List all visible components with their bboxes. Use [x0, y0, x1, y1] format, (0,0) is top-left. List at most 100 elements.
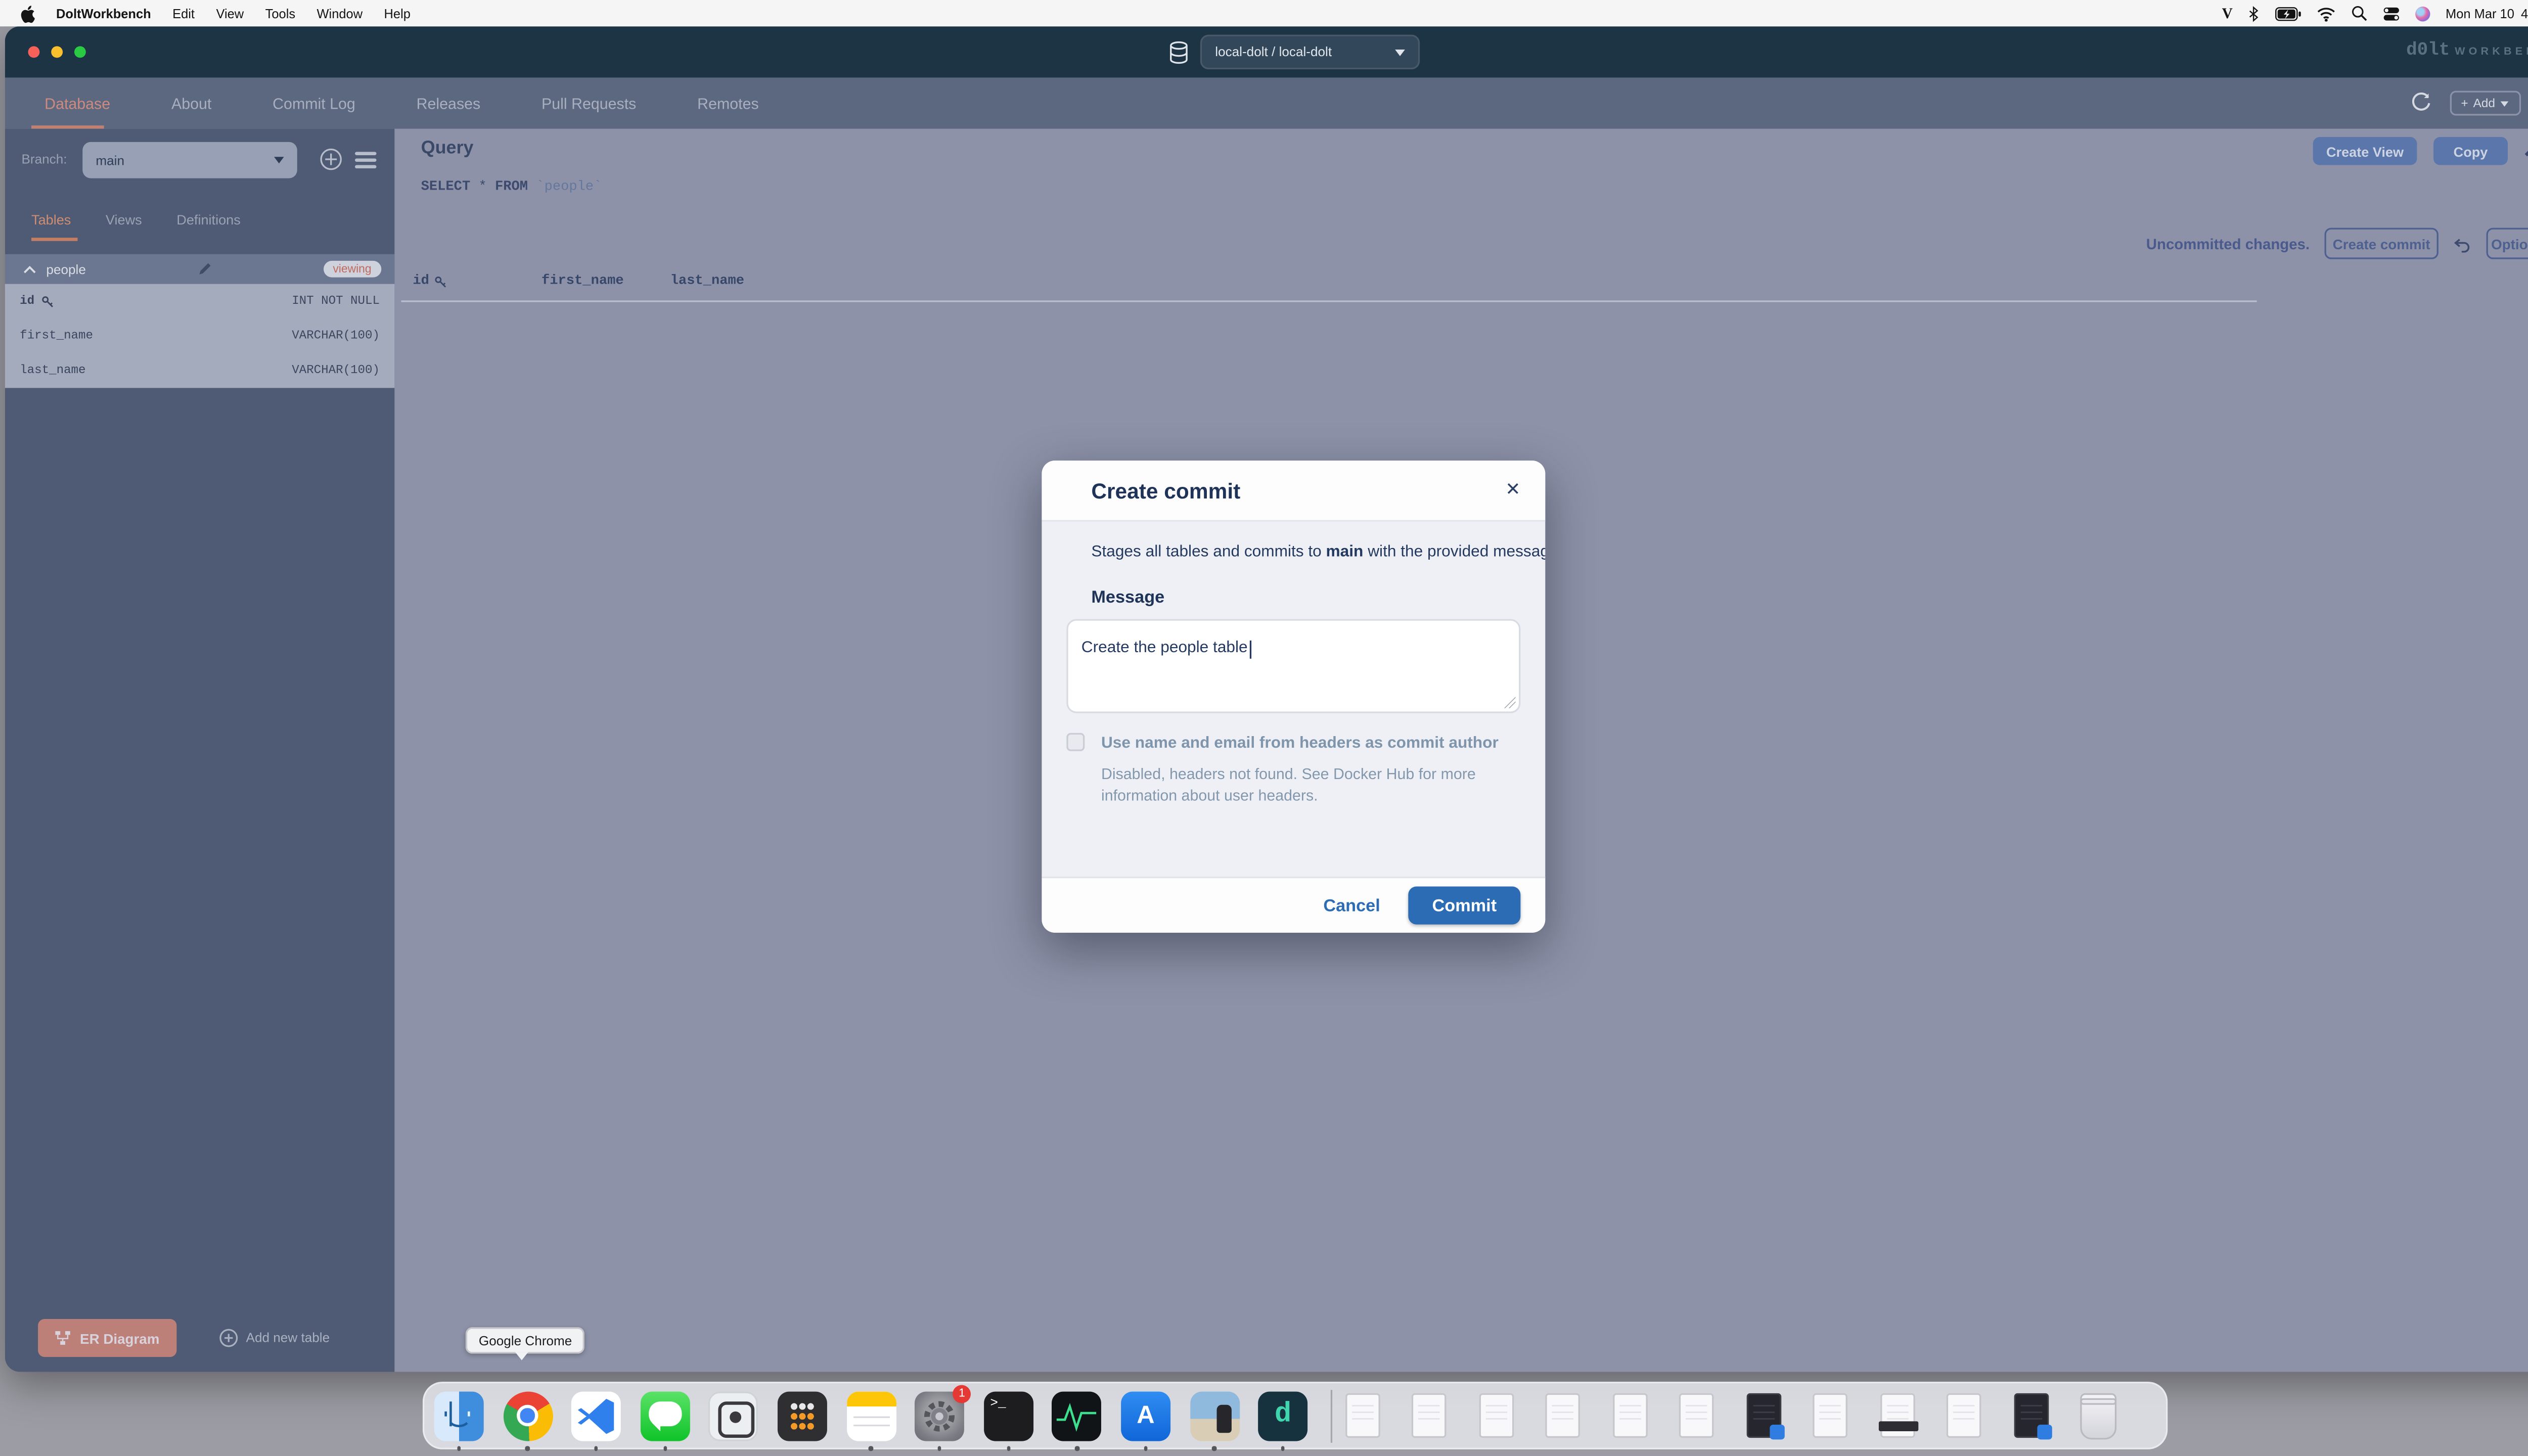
uncommitted-changes-text: Uncommitted changes.: [2146, 235, 2310, 252]
discard-changes-icon[interactable]: [2453, 235, 2471, 252]
close-window-button[interactable]: [28, 46, 40, 58]
table-name: people: [46, 262, 85, 277]
sidebar: Branch: main Tables Views Definitions: [5, 129, 395, 1372]
dock-finder-icon[interactable]: [434, 1391, 484, 1440]
tab-pull-requests[interactable]: Pull Requests: [541, 95, 636, 112]
dock-app-store-icon[interactable]: A: [1121, 1391, 1170, 1440]
dock-activity-monitor-icon[interactable]: [1052, 1391, 1102, 1440]
active-sidebar-tab-underline: [31, 238, 77, 241]
checkbox-disabled-note: Disabled, headers not found. See Docker …: [1101, 763, 1517, 806]
battery-charging-icon[interactable]: [2276, 6, 2302, 20]
tab-remotes[interactable]: Remotes: [697, 95, 758, 112]
sql-query-text: SELECT * FROM `people`: [421, 180, 602, 195]
active-tab-underline: [31, 125, 104, 129]
column-row-id: id INT NOT NULL: [5, 284, 395, 319]
apple-menu-icon[interactable]: [20, 4, 34, 22]
commit-button[interactable]: Commit: [1408, 886, 1520, 924]
add-new-table-button[interactable]: Add new table: [219, 1329, 330, 1347]
menu-clock[interactable]: Mon Mar 104:41 PM: [2446, 6, 2528, 20]
dock-calculator-icon[interactable]: [778, 1391, 827, 1440]
menu-item-tools[interactable]: Tools: [265, 6, 295, 20]
options-button[interactable]: Options: [2487, 228, 2528, 259]
minimized-window[interactable]: [1680, 1393, 1714, 1438]
menu-item-view[interactable]: View: [216, 6, 244, 20]
add-button[interactable]: +Add: [2450, 90, 2521, 116]
refresh-icon[interactable]: [2410, 93, 2431, 114]
trash-icon[interactable]: [2081, 1392, 2117, 1438]
minimized-window[interactable]: [1947, 1393, 1982, 1438]
tab-releases[interactable]: Releases: [417, 95, 481, 112]
new-branch-icon[interactable]: [320, 149, 341, 170]
dolt-workbench-logo: d0lt WORKBENCH: [2406, 41, 2528, 61]
menu-item-window[interactable]: Window: [317, 6, 363, 20]
branch-selector[interactable]: main: [82, 142, 297, 178]
dock-terminal-icon[interactable]: >_: [983, 1391, 1033, 1440]
edit-table-icon[interactable]: [196, 261, 213, 278]
minimized-window[interactable]: [1479, 1393, 1514, 1438]
dock-dolt-icon[interactable]: d: [1258, 1391, 1308, 1440]
cancel-button[interactable]: Cancel: [1323, 895, 1380, 915]
commit-message-value: Create the people table: [1081, 639, 1248, 657]
minimized-window[interactable]: [1813, 1393, 1848, 1438]
window-titlebar: local-dolt / local-dolt d0lt WORKBENCH: [5, 26, 2528, 77]
minimized-window[interactable]: [1746, 1393, 1781, 1438]
menu-bar: DoltWorkbench Edit View Tools Window Hel…: [0, 0, 2528, 26]
menu-item-help[interactable]: Help: [384, 6, 411, 20]
zoom-window-button[interactable]: [74, 46, 86, 58]
branch-menu-icon[interactable]: [355, 152, 376, 171]
tab-database[interactable]: Database: [44, 95, 110, 112]
primary-key-icon: [41, 295, 54, 308]
dock-notes-icon[interactable]: [846, 1391, 896, 1440]
column-row-last-name: last_name VARCHAR(100): [5, 353, 395, 388]
app-nav-bar: Database About Commit Log Releases Pull …: [5, 77, 2528, 128]
wifi-icon[interactable]: [2317, 6, 2336, 20]
database-icon: [1169, 40, 1189, 64]
dock-google-chrome-icon[interactable]: [503, 1391, 553, 1440]
dock: 1 >_ A d: [423, 1382, 2168, 1449]
modal-body: Stages all tables and commits to main wi…: [1042, 522, 1545, 877]
chevron-up-icon[interactable]: [23, 265, 36, 273]
collapse-chevron-up-icon[interactable]: [2524, 145, 2528, 157]
primary-key-icon: [434, 275, 447, 288]
dock-media-icon[interactable]: [1190, 1391, 1239, 1440]
minimized-window[interactable]: [2014, 1393, 2049, 1438]
create-view-button[interactable]: Create View: [2313, 137, 2417, 165]
create-commit-button[interactable]: Create commit: [2325, 228, 2439, 259]
commit-message-textarea[interactable]: Create the people table: [1066, 619, 1520, 713]
minimized-window[interactable]: [1546, 1393, 1581, 1438]
dock-screenshot-icon[interactable]: [709, 1391, 758, 1440]
database-selector-dropdown[interactable]: local-dolt / local-dolt: [1200, 35, 1420, 70]
dock-separator: [1330, 1389, 1332, 1442]
control-center-icon[interactable]: [2383, 6, 2401, 20]
resize-grip-icon[interactable]: [1504, 697, 1516, 708]
dock-tooltip: Google Chrome: [466, 1327, 585, 1353]
minimized-window[interactable]: [1345, 1393, 1380, 1438]
bluetooth-icon[interactable]: [2247, 4, 2261, 22]
message-label: Message: [1091, 587, 1520, 607]
siri-icon[interactable]: [2416, 6, 2430, 20]
close-icon[interactable]: ✕: [1505, 481, 1520, 499]
minimized-window[interactable]: [1880, 1393, 1915, 1438]
minimized-window[interactable]: [1612, 1393, 1647, 1438]
menu-app-name[interactable]: DoltWorkbench: [56, 6, 151, 20]
dock-system-settings-icon[interactable]: 1: [915, 1391, 964, 1440]
dock-messages-icon[interactable]: [640, 1391, 690, 1440]
sidebar-tab-views[interactable]: Views: [106, 211, 142, 228]
column-row-first-name: first_name VARCHAR(100): [5, 318, 395, 353]
sidebar-tab-tables[interactable]: Tables: [31, 211, 71, 228]
tab-about[interactable]: About: [171, 95, 211, 112]
tab-commit-log[interactable]: Commit Log: [273, 95, 355, 112]
copy-button[interactable]: Copy: [2433, 137, 2508, 165]
sidebar-tab-definitions[interactable]: Definitions: [176, 211, 241, 228]
er-diagram-button[interactable]: ER Diagram: [38, 1319, 176, 1357]
spotlight-search-icon[interactable]: [2352, 5, 2368, 22]
dock-vscode-icon[interactable]: [571, 1391, 621, 1440]
modal-title: Create commit: [1091, 478, 1240, 503]
menu-item-edit[interactable]: Edit: [172, 6, 195, 20]
modal-header: Create commit ✕: [1042, 461, 1545, 522]
minimize-window-button[interactable]: [51, 46, 63, 58]
use-headers-checkbox[interactable]: [1066, 733, 1085, 751]
table-row-people[interactable]: people viewing: [5, 254, 395, 284]
v-status-icon[interactable]: V: [2222, 5, 2233, 22]
minimized-window[interactable]: [1412, 1393, 1447, 1438]
